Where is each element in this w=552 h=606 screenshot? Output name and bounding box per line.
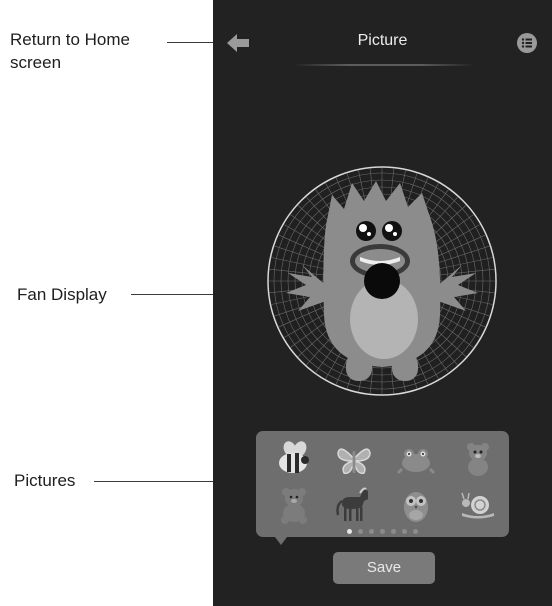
page-dot[interactable] bbox=[380, 529, 385, 534]
page-dot[interactable] bbox=[413, 529, 418, 534]
app-screen: Picture Save bbox=[213, 0, 552, 606]
return-home-leader-line bbox=[167, 42, 219, 43]
owl-icon bbox=[404, 492, 428, 522]
bee-icon bbox=[279, 441, 309, 473]
fan-hub bbox=[364, 263, 400, 299]
picture-bee[interactable] bbox=[274, 439, 314, 479]
butterfly-icon bbox=[337, 448, 371, 475]
page-dot[interactable] bbox=[369, 529, 374, 534]
fan-display[interactable] bbox=[266, 165, 498, 397]
picture-tray bbox=[256, 431, 509, 537]
return-home-label-line2: screen bbox=[10, 53, 62, 72]
picture-teddy-bear[interactable] bbox=[274, 485, 314, 525]
tray-pointer bbox=[275, 537, 287, 545]
teddy-bear-icon bbox=[281, 488, 307, 524]
picture-bear[interactable] bbox=[458, 439, 498, 479]
title-underline bbox=[293, 64, 475, 66]
return-home-label-line1: Return to Home bbox=[10, 30, 130, 49]
page-dot[interactable] bbox=[391, 529, 396, 534]
page-title: Picture bbox=[357, 32, 408, 49]
picture-frog[interactable] bbox=[396, 439, 436, 479]
horse-icon bbox=[336, 487, 368, 521]
picture-snail[interactable] bbox=[458, 485, 498, 525]
page-dot[interactable] bbox=[358, 529, 363, 534]
fan-display-graphic bbox=[267, 166, 497, 396]
menu-button[interactable] bbox=[517, 33, 537, 53]
frog-icon bbox=[396, 449, 436, 475]
snail-icon bbox=[461, 492, 494, 519]
page-dot[interactable] bbox=[402, 529, 407, 534]
page-indicator bbox=[256, 529, 509, 535]
fan-display-label: Fan Display bbox=[17, 285, 107, 304]
picture-butterfly[interactable] bbox=[334, 439, 374, 479]
save-button[interactable]: Save bbox=[333, 552, 435, 584]
bear-icon bbox=[467, 443, 489, 476]
picture-owl[interactable] bbox=[396, 485, 436, 525]
picture-horse[interactable] bbox=[334, 485, 374, 525]
page-dot[interactable] bbox=[347, 529, 352, 534]
list-icon bbox=[521, 38, 532, 48]
pictures-label: Pictures bbox=[14, 471, 76, 490]
